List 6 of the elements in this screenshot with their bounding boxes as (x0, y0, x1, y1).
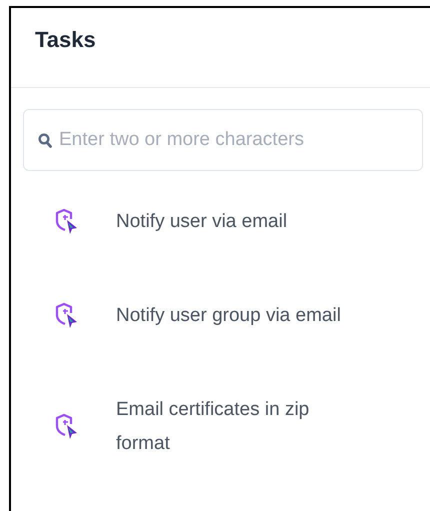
search-field[interactable]: Enter two or more characters (23, 109, 423, 171)
task-item[interactable]: Notify user group via email (116, 299, 348, 333)
task-item[interactable]: Email certificates in zip format (116, 393, 348, 461)
task-item[interactable]: Notify user via email (116, 205, 348, 239)
search-icon (38, 133, 52, 148)
panel-title: Tasks (35, 26, 96, 54)
